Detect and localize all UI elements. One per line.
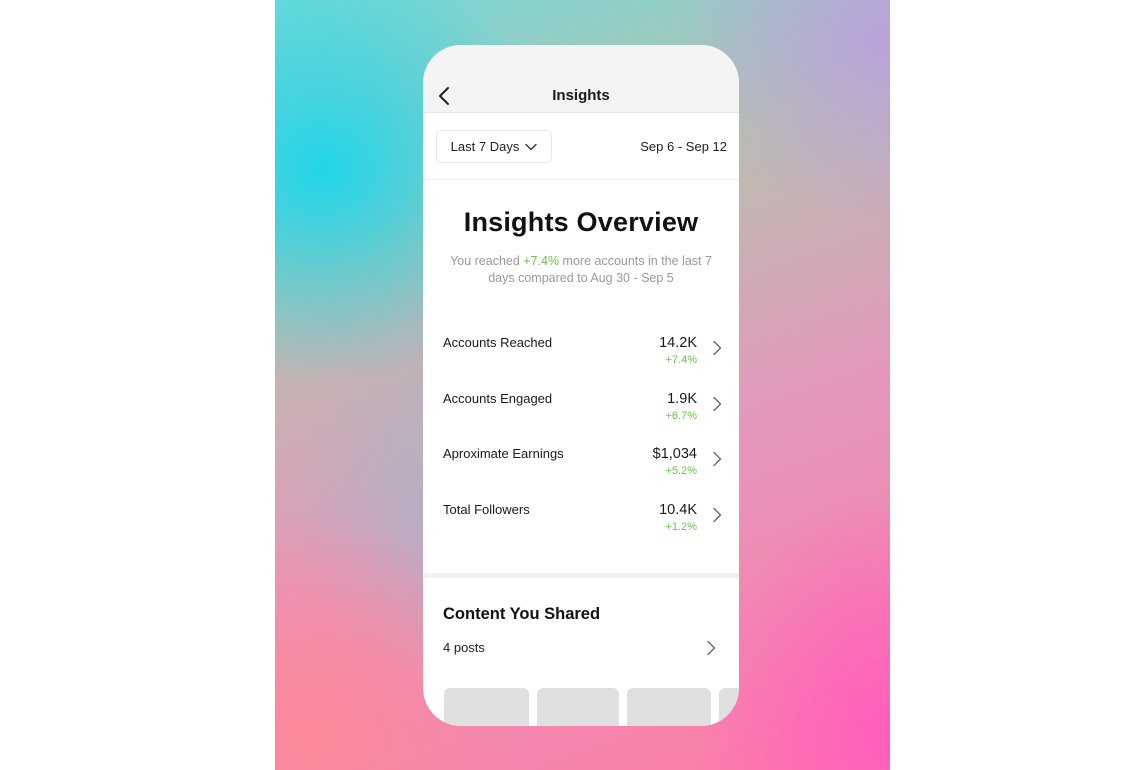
metric-label: Accounts Engaged: [443, 391, 553, 406]
summary-prefix: You reached: [450, 254, 524, 268]
section-divider: [423, 573, 739, 578]
summary-highlight: +7.4%: [523, 254, 560, 268]
metric-row-total-followers[interactable]: Total Followers 10.4K +1.2%: [423, 502, 739, 550]
metric-value: 10.4K: [659, 502, 697, 518]
overview-summary: You reached +7.4% more accounts in the l…: [443, 253, 719, 287]
date-range-dropdown-label: Last 7 Days: [450, 139, 520, 154]
metric-label: Accounts Reached: [443, 335, 553, 350]
post-thumbnail[interactable]: [537, 688, 619, 726]
metric-value: $1,034: [652, 446, 697, 462]
chevron-right-icon: [713, 451, 722, 467]
post-thumbnail[interactable]: [719, 688, 739, 726]
content-posts-row[interactable]: 4 posts: [423, 637, 739, 661]
top-navigation-bar: Insights: [423, 45, 739, 113]
posts-count: 4 posts: [443, 640, 485, 655]
page-title: Insights: [552, 87, 610, 104]
metric-value: 1.9K: [667, 391, 697, 407]
chevron-down-icon: [525, 143, 538, 150]
post-thumbnail[interactable]: [627, 688, 711, 726]
date-range-text: Sep 6 - Sep 12: [640, 139, 727, 154]
metric-row-approximate-earnings[interactable]: Aproximate Earnings $1,034 +5.2%: [423, 446, 739, 494]
metric-change: +5.2%: [665, 465, 698, 477]
metric-change: +7.4%: [665, 354, 698, 366]
metric-value: 14.2K: [659, 335, 697, 351]
metric-label: Total Followers: [443, 502, 530, 517]
metric-row-accounts-engaged[interactable]: Accounts Engaged 1.9K +6.7%: [423, 391, 739, 439]
metric-change: +1.2%: [665, 521, 698, 533]
chevron-right-icon: [707, 640, 716, 656]
post-thumbnail[interactable]: [444, 688, 529, 726]
metric-change: +6.7%: [665, 410, 698, 422]
date-filter-row: Last 7 Days Sep 6 - Sep 12: [423, 114, 739, 180]
date-range-dropdown[interactable]: Last 7 Days: [436, 130, 552, 163]
chevron-right-icon: [713, 340, 722, 356]
content-section-title: Content You Shared: [443, 605, 601, 623]
metric-label: Aproximate Earnings: [443, 446, 564, 461]
metric-row-accounts-reached[interactable]: Accounts Reached 14.2K +7.4%: [423, 335, 739, 383]
chevron-right-icon: [713, 507, 722, 523]
overview-title: Insights Overview: [463, 207, 699, 237]
chevron-right-icon: [713, 396, 722, 412]
phone-screen: Insights Last 7 Days Sep 6 - Sep 12 Insi…: [423, 45, 739, 726]
